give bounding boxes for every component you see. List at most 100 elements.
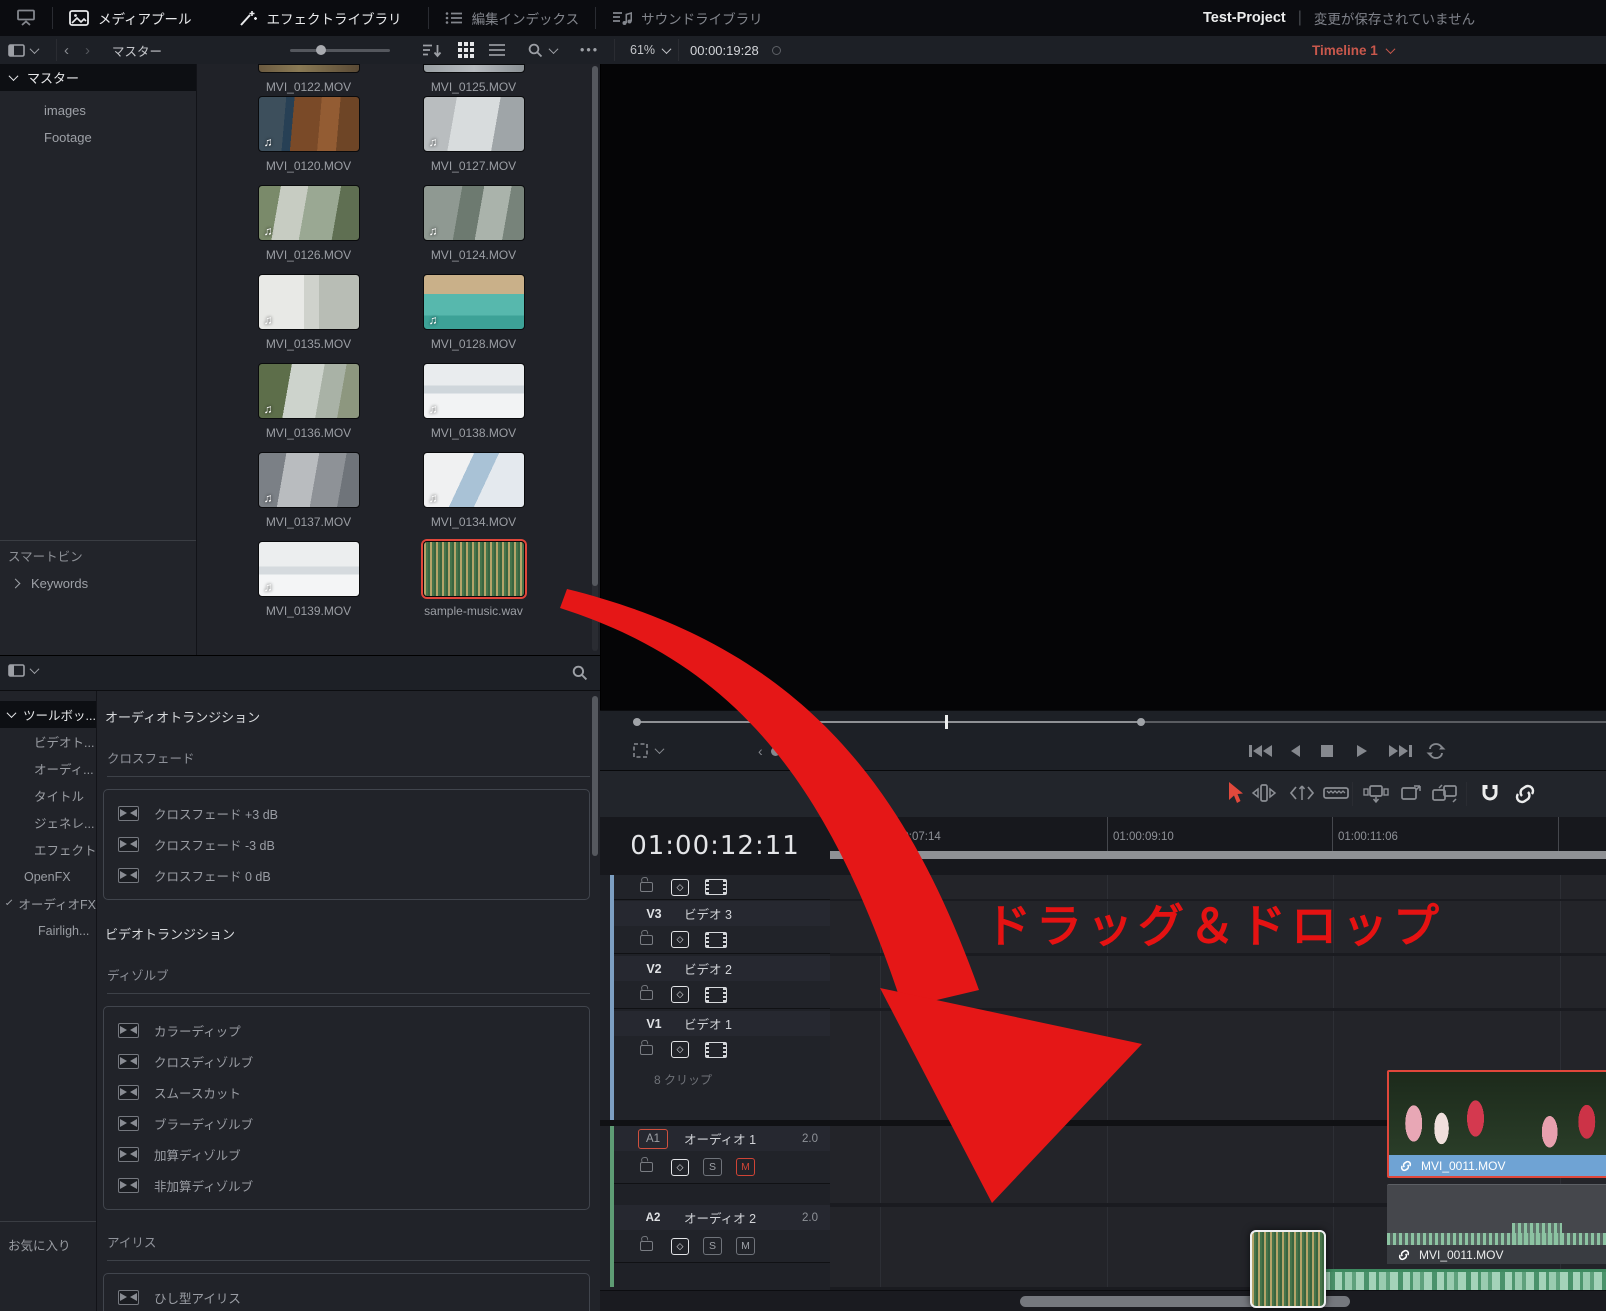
viewer-overlay-dropdown[interactable] [632,742,663,759]
effect-item[interactable]: スムースカット [104,1077,589,1108]
media-clip[interactable]: ♫ MVI_0134.MOV [419,452,529,541]
media-clip[interactable]: ♫ MVI_0135.MOV [254,274,364,363]
forward-button[interactable]: › [85,42,90,59]
mute-button[interactable]: M [736,1158,755,1176]
overwrite-clip-button[interactable] [1398,783,1424,805]
effects-search-button[interactable] [572,665,588,681]
replace-clip-button[interactable] [1430,783,1460,805]
effect-item[interactable]: クロスフェード +3 dB [104,798,589,829]
clip-thumbnail[interactable]: ♫ [258,96,360,152]
timeline-video-clip[interactable]: MVI_0011.MOV [1387,1070,1606,1178]
go-to-start-button[interactable] [1248,743,1274,759]
clip-thumbnail[interactable]: ♫ [258,452,360,508]
effects-view-toggle[interactable] [8,664,38,677]
lock-icon[interactable] [640,1045,653,1055]
clip-thumbnail[interactable]: ♫ [423,274,525,330]
smart-bin-keywords[interactable]: Keywords [0,570,208,597]
tab-edit-index[interactable]: 編集インデックス [429,0,596,36]
clip-thumbnail[interactable]: ♫ [423,96,525,152]
media-clip[interactable]: ♫ sample-music.wav [419,541,529,630]
track-header-v3[interactable]: V3 ビデオ 3 [614,901,830,927]
effect-item[interactable]: クロスディゾルブ [104,1046,589,1077]
effect-item[interactable]: クロスフェード 0 dB [104,860,589,891]
lock-icon[interactable] [640,882,653,892]
sidebar-item-favorites[interactable]: お気に入り [0,1231,104,1258]
clip-thumbnail[interactable]: ♫ [423,452,525,508]
track-header-v2[interactable]: V2 ビデオ 2 [614,956,830,982]
flag-icon[interactable] [705,1042,727,1058]
media-clip[interactable]: ♫ MVI_0128.MOV [419,274,529,363]
bin-item-footage[interactable]: Footage [0,124,196,151]
lock-icon[interactable] [640,1162,653,1172]
clip-thumbnail[interactable] [258,64,360,73]
lock-icon[interactable] [640,1241,653,1251]
timeline-audio-clip[interactable]: MVI_0011.MOV [1387,1184,1606,1264]
media-clip[interactable]: ♫ MVI_0137.MOV [254,452,364,541]
bin-item-images[interactable]: images [0,97,196,124]
grid-view-button[interactable] [458,36,474,64]
timeline-ruler[interactable]: 01:00:07:14 01:00:09:10 01:00:11:06 01:0… [830,817,1606,875]
sidebar-item-openfx[interactable]: OpenFX [0,863,96,890]
step-back-button[interactable] [1288,743,1302,759]
mute-button[interactable]: M [736,1237,755,1255]
range-end-handle[interactable] [1137,718,1145,726]
auto-select-icon[interactable]: ◇ [671,1159,689,1176]
trim-edit-mode-button[interactable] [1250,783,1278,803]
effect-item[interactable]: ひし型アイリス [104,1282,589,1311]
workspace-pin-button[interactable] [0,9,52,27]
timeline-selector-dropdown[interactable]: Timeline 1 [1312,36,1394,64]
selection-mode-button[interactable] [1226,781,1244,805]
sort-button[interactable] [422,36,442,64]
bin-breadcrumb[interactable]: マスター [112,36,162,64]
slider-knob[interactable] [316,45,326,55]
timeline-zoom-scrollbar[interactable] [830,851,1606,859]
viewer-zoom-dropdown[interactable]: 61% [630,36,670,64]
media-pool-scrollbar[interactable] [592,66,598,651]
effect-item[interactable]: 加算ディゾルブ [104,1139,589,1170]
link-clips-button[interactable] [1512,783,1538,805]
auto-select-icon[interactable]: ◇ [671,986,689,1003]
lock-icon[interactable] [640,935,653,945]
slider-track[interactable] [290,49,390,52]
auto-select-icon[interactable]: ◇ [671,1238,689,1255]
timeline-viewer[interactable] [600,64,1606,710]
sidebar-item-fairlight[interactable]: Fairligh... [0,917,96,944]
loop-button[interactable] [1426,743,1446,759]
tab-sound-library[interactable]: サウンドライブラリ [596,0,779,36]
sidebar-item-audio-transitions[interactable]: オーディ... [0,755,96,782]
media-clip[interactable]: ♫ MVI_0126.MOV [254,185,364,274]
flag-icon[interactable] [705,932,727,948]
search-button[interactable] [528,36,557,64]
lock-icon[interactable] [640,990,653,1000]
clip-thumbnail[interactable]: ♫ [258,185,360,241]
go-to-end-button[interactable] [1387,743,1413,759]
media-clip[interactable]: ♫ MVI_0139.MOV [254,541,364,630]
media-clip[interactable]: MVI_0125.MOV [419,64,529,96]
auto-select-icon[interactable]: ◇ [671,931,689,948]
clip-thumbnail[interactable]: ♫ [258,363,360,419]
play-button[interactable] [1355,743,1369,759]
razor-edit-mode-button[interactable] [1322,783,1350,803]
sidebar-item-video-transitions[interactable]: ビデオト... [0,728,96,755]
tab-media-pool[interactable]: メディアプール [53,0,208,36]
auto-select-icon[interactable]: ◇ [671,879,689,896]
media-clip[interactable]: ♫ MVI_0136.MOV [254,363,364,452]
solo-button[interactable]: S [703,1237,722,1255]
clip-thumbnail[interactable]: ♫ [423,541,525,597]
track-header-a1[interactable]: A1 オーディオ 1 2.0 [614,1126,830,1152]
list-view-button[interactable] [489,36,505,64]
clip-thumbnail[interactable]: ♫ [258,541,360,597]
destination-track-badge[interactable]: A1 [638,1129,668,1149]
clip-thumbnail[interactable]: ♫ [423,185,525,241]
media-clip[interactable]: ♫ MVI_0120.MOV [254,96,364,185]
sidebar-item-titles[interactable]: タイトル [0,782,96,809]
effect-item[interactable]: ブラーディゾルブ [104,1108,589,1139]
insert-clip-button[interactable] [1362,783,1390,805]
effect-item[interactable]: 非加算ディゾルブ [104,1170,589,1201]
scrubber-range[interactable] [637,721,1141,723]
media-clip[interactable]: ♫ MVI_0127.MOV [419,96,529,185]
sidebar-item-toolbox[interactable]: ツールボッ... [0,701,96,728]
effect-item[interactable]: クロスフェード -3 dB [104,829,589,860]
clip-thumbnail[interactable] [423,64,525,73]
media-clip[interactable]: MVI_0122.MOV [254,64,364,96]
